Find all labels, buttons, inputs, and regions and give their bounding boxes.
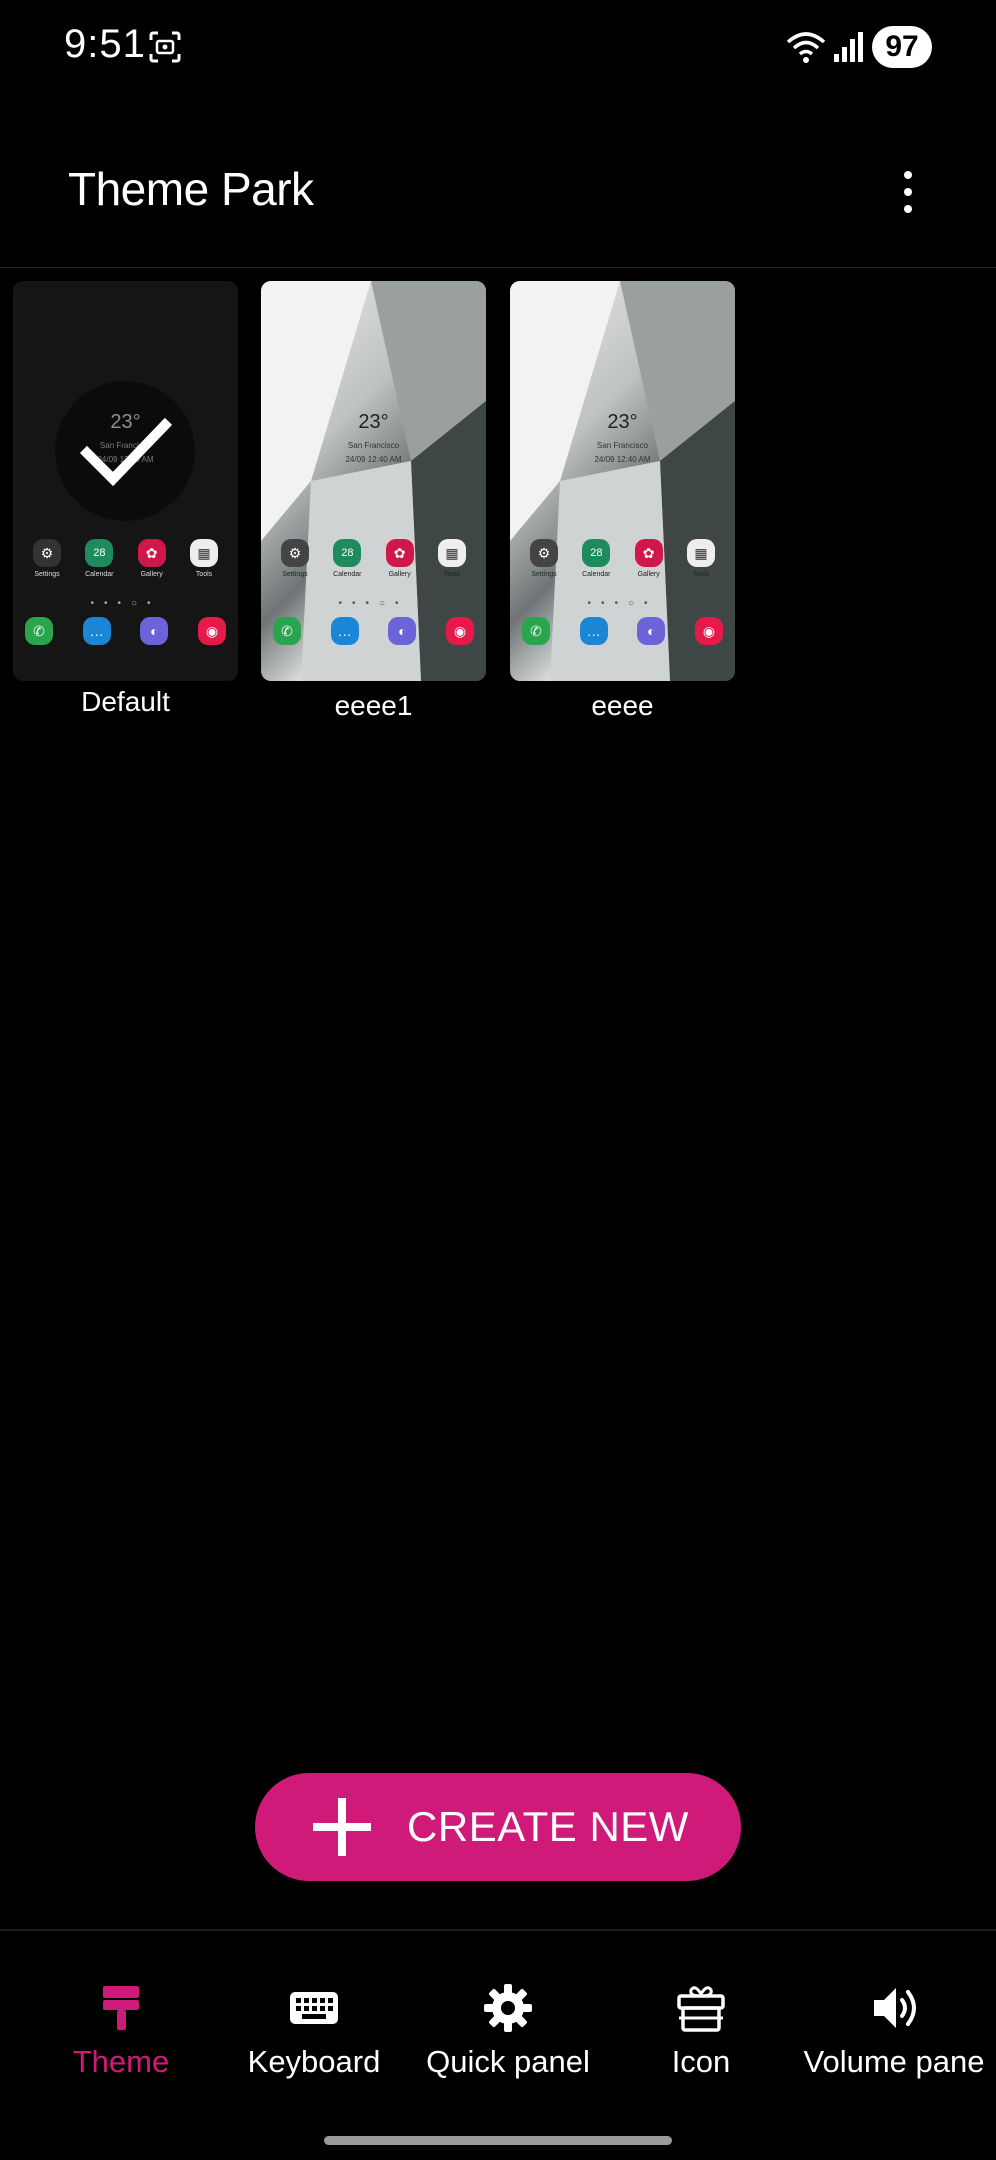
- gear-icon: ⚙: [281, 539, 309, 567]
- more-vertical-icon: [904, 171, 912, 179]
- preview-app: ✿ Gallery: [627, 539, 671, 578]
- preview-app: ✿ Gallery: [378, 539, 422, 578]
- nav-tab-quick-panel[interactable]: Quick panel: [411, 1960, 605, 2090]
- theme-card-eeee1[interactable]: 23° San Francisco 24/09 12:40 AM ⚙ Settin…: [261, 281, 486, 681]
- flower-icon: ✿: [634, 539, 663, 567]
- message-icon: …: [82, 617, 111, 645]
- create-new-button[interactable]: CREATE NEW: [255, 1773, 741, 1881]
- flower-icon: ✿: [137, 539, 166, 567]
- screenshot-icon: [149, 31, 181, 63]
- nav-tab-volume-panel[interactable]: Volume pane: [797, 1960, 991, 2090]
- phone-icon: ✆: [273, 617, 301, 645]
- browser-icon: ◐: [637, 617, 666, 645]
- battery-indicator: 97: [872, 26, 932, 68]
- preview-datetime: 24/09 12:40 AM: [594, 455, 651, 464]
- theme-label-eeee: eeee: [591, 690, 654, 721]
- preview-city: San Francisco: [596, 441, 649, 450]
- checkmark-icon: [79, 417, 173, 487]
- calendar-icon: 28: [85, 539, 114, 567]
- browser-icon: ◐: [388, 617, 417, 645]
- preview-temperature: 23°: [607, 411, 638, 433]
- preview-city: San Francisco: [347, 441, 400, 450]
- preview-dock: ✆ … ◐ ◉: [25, 617, 226, 645]
- calendar-icon: 28: [333, 539, 362, 567]
- gear-icon: ⚙: [530, 539, 558, 567]
- volume-icon: [874, 1988, 916, 2028]
- theme-label-default: Default: [81, 686, 170, 717]
- bottom-navigation: Theme Keyboard Quick panel Icon Volume p…: [0, 1960, 996, 2090]
- gear-icon: ⚙: [33, 539, 61, 567]
- nav-tab-keyboard[interactable]: Keyboard: [217, 1960, 411, 2090]
- status-bar: 9:51 97: [0, 0, 996, 96]
- plus-icon: [313, 1798, 372, 1856]
- nav-tab-theme[interactable]: Theme: [24, 1960, 218, 2090]
- signal-icon: [834, 32, 863, 62]
- phone-icon: ✆: [25, 617, 53, 645]
- preview-dock: ✆ … ◐ ◉: [273, 617, 474, 645]
- create-new-label: CREATE NEW: [407, 1803, 689, 1850]
- gear-icon: [484, 1984, 532, 2032]
- preview-datetime: 24/09 12:40 AM: [345, 455, 402, 464]
- tools-icon: ▦: [189, 539, 218, 567]
- nav-divider: [0, 1929, 996, 1931]
- selected-check-overlay: [55, 381, 195, 521]
- preview-app: ⚙ Settings: [522, 539, 566, 578]
- camera-icon: ◉: [694, 617, 723, 645]
- keyboard-icon: [290, 1992, 338, 2024]
- nav-tab-icon[interactable]: Icon: [604, 1960, 798, 2090]
- tools-icon: ▦: [686, 539, 715, 567]
- header-divider: [0, 267, 996, 268]
- calendar-icon: 28: [582, 539, 611, 567]
- preview-app: ⚙ Settings: [273, 539, 317, 578]
- preview-page-dots: •••○•: [587, 598, 658, 609]
- preview-app-row: ⚙ Settings 28 Calendar ✿ Gallery ▦ Tools: [273, 539, 474, 578]
- preview-temperature: 23°: [358, 411, 389, 433]
- preview-app: ▦ Tools: [679, 539, 723, 578]
- message-icon: …: [330, 617, 359, 645]
- preview-app-row: ⚙ Settings 28 Calendar ✿ Gallery ▦ Tools: [25, 539, 226, 578]
- preview-app: 28 Calendar: [325, 539, 369, 578]
- theme-label-eeee1: eeee1: [334, 690, 413, 721]
- gift-box-icon: [677, 1986, 725, 2032]
- tools-icon: ▦: [437, 539, 466, 567]
- preview-app-row: ⚙ Settings 28 Calendar ✿ Gallery ▦ Tools: [522, 539, 723, 578]
- camera-icon: ◉: [197, 617, 226, 645]
- status-time: 9:51: [64, 22, 146, 66]
- preview-app: ▦ Tools: [430, 539, 474, 578]
- home-indicator[interactable]: [324, 2136, 672, 2145]
- theme-card-eeee[interactable]: 23° San Francisco 24/09 12:40 AM ⚙ Settin…: [510, 281, 735, 681]
- preview-page-dots: •••○•: [90, 598, 161, 609]
- preview-app: 28 Calendar: [574, 539, 618, 578]
- paint-roller-icon: [103, 1986, 139, 2030]
- preview-page-dots: •••○•: [338, 598, 409, 609]
- theme-card-default[interactable]: 23° San Francisco 24/09 12:40 AM ⚙ Settin…: [13, 281, 238, 681]
- preview-app: ▦ Tools: [182, 539, 226, 578]
- more-options-button[interactable]: [884, 160, 932, 224]
- wifi-icon: [786, 32, 826, 63]
- preview-dock: ✆ … ◐ ◉: [522, 617, 723, 645]
- page-title: Theme Park: [68, 163, 314, 215]
- flower-icon: ✿: [385, 539, 414, 567]
- phone-icon: ✆: [522, 617, 550, 645]
- camera-icon: ◉: [445, 617, 474, 645]
- preview-app: ✿ Gallery: [130, 539, 174, 578]
- preview-app: ⚙ Settings: [25, 539, 69, 578]
- message-icon: …: [579, 617, 608, 645]
- preview-app: 28 Calendar: [77, 539, 121, 578]
- browser-icon: ◐: [140, 617, 169, 645]
